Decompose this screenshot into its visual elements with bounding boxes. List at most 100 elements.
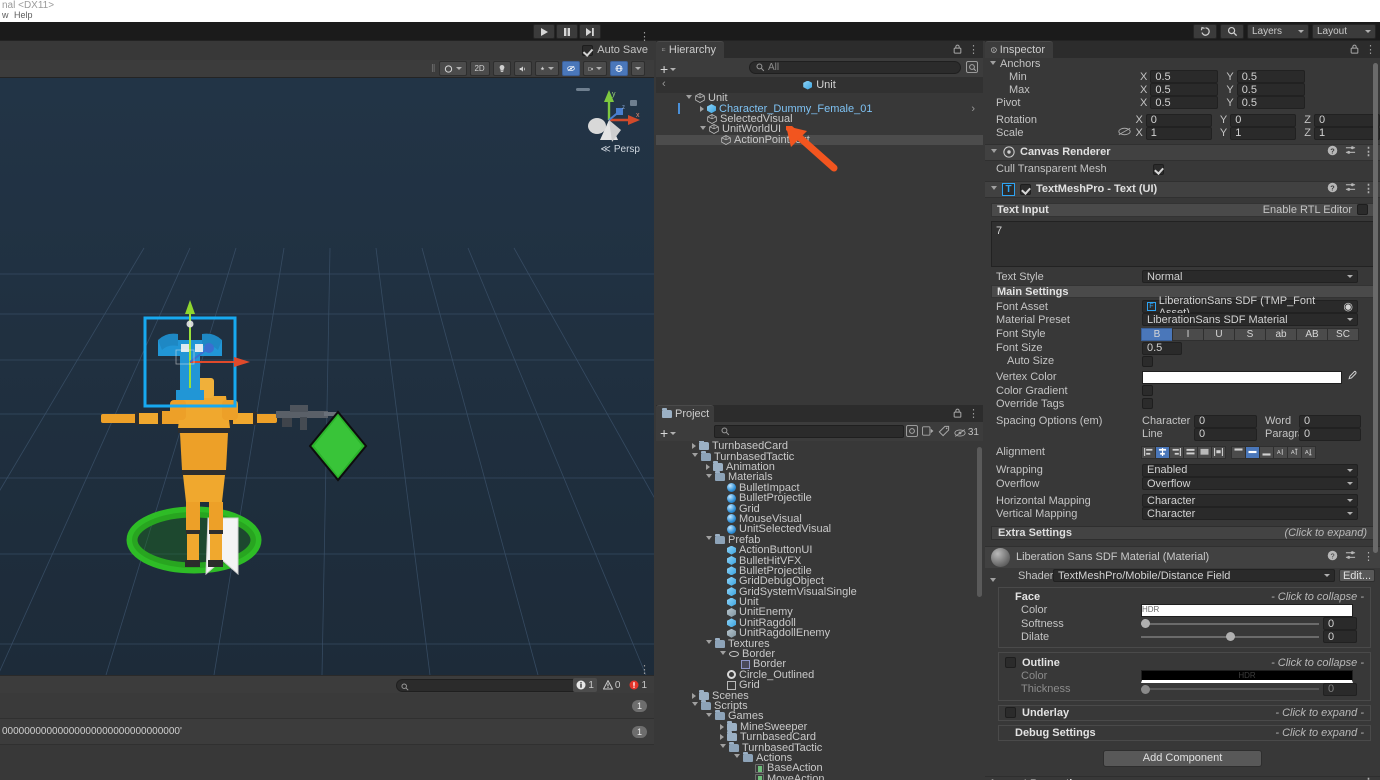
valign-bottom-icon[interactable] — [1259, 446, 1274, 459]
chevron-right-icon[interactable] — [706, 464, 710, 470]
chevron-right-icon[interactable] — [720, 724, 724, 730]
create-asset-button[interactable]: + — [660, 425, 676, 441]
font-style-b-button[interactable]: B — [1141, 328, 1173, 341]
project-item[interactable]: Materials — [656, 472, 983, 482]
align-right-icon[interactable] — [1169, 446, 1184, 459]
rotation-x-field[interactable]: 0 — [1146, 114, 1212, 127]
font-style-ab-button[interactable]: AB — [1296, 328, 1328, 341]
console-error-badge[interactable]: 1 — [626, 678, 650, 692]
vertex-color-swatch[interactable] — [1142, 371, 1342, 384]
anchors-max-y-field[interactable]: 0.5 — [1237, 83, 1305, 96]
anchors-max-x-field[interactable]: 0.5 — [1150, 83, 1218, 96]
face-color-swatch[interactable]: HDR — [1141, 604, 1353, 617]
spacing-paragraph-field[interactable]: 0 — [1299, 428, 1361, 441]
scene-kebab-icon[interactable]: ⋮ — [639, 33, 650, 42]
lock-icon[interactable] — [953, 408, 962, 421]
menu-item-help[interactable]: Help — [14, 10, 33, 20]
wrapping-dropdown[interactable]: Enabled — [1142, 464, 1358, 477]
chevron-down-icon[interactable] — [720, 651, 726, 658]
chevron-down-icon[interactable] — [706, 640, 712, 647]
project-item[interactable]: Animation — [656, 462, 983, 472]
enable-rtl-checkbox[interactable] — [1357, 204, 1368, 215]
project-item[interactable]: MineSweeper — [656, 722, 983, 732]
filter-by-type-icon[interactable] — [922, 425, 934, 440]
project-item[interactable]: Textures — [656, 638, 983, 648]
project-item[interactable]: TurnbasedTactic — [656, 742, 983, 752]
scene-viewport[interactable]: y x z ≪ Persp — [0, 78, 654, 675]
project-item[interactable]: TurnbasedCard — [656, 441, 983, 451]
2d-toggle-button[interactable]: 2D — [470, 61, 490, 76]
project-item[interactable]: Prefab — [656, 535, 983, 545]
font-style-u-button[interactable]: U — [1203, 328, 1235, 341]
outline-enabled-checkbox[interactable] — [1005, 657, 1016, 668]
auto-size-checkbox[interactable] — [1142, 356, 1153, 367]
horizontal-mapping-dropdown[interactable]: Character — [1142, 494, 1358, 507]
gizmos-dropdown[interactable] — [631, 61, 645, 76]
hierarchy-search-input[interactable]: All — [749, 61, 961, 74]
tab-hierarchy[interactable]: Hierarchy — [656, 41, 724, 58]
project-item[interactable]: Grid — [656, 503, 983, 513]
create-gameobject-button[interactable]: + — [660, 61, 676, 77]
vertical-mapping-dropdown[interactable]: Character — [1142, 507, 1358, 520]
search-icon[interactable] — [1220, 24, 1244, 39]
extra-settings-section[interactable]: Extra Settings (Click to expand) — [991, 526, 1374, 540]
cull-transparent-mesh-checkbox[interactable] — [1153, 164, 1164, 175]
font-style-ab-button[interactable]: ab — [1265, 328, 1297, 341]
hierarchy-item-selectedvisual[interactable]: SelectedVisual — [656, 114, 983, 124]
text-input-section-bar[interactable]: Text Input Enable RTL Editor — [991, 203, 1374, 217]
project-item[interactable]: UnitSelectedVisual — [656, 524, 983, 534]
project-item[interactable]: UnitRagdollEnemy — [656, 628, 983, 638]
tab-inspector[interactable]: Inspector — [985, 41, 1053, 58]
undo-history-icon[interactable] — [1193, 24, 1217, 39]
rotation-y-field[interactable]: 0 — [1230, 114, 1296, 127]
project-item[interactable]: BulletHitVFX — [656, 555, 983, 565]
text-input-textarea[interactable]: 7 — [991, 221, 1374, 267]
align-center-icon[interactable] — [1155, 446, 1170, 459]
font-style-sc-button[interactable]: SC — [1327, 328, 1359, 341]
valign-baseline-icon[interactable]: A — [1273, 446, 1288, 459]
project-item[interactable]: Circle_Outlined — [656, 670, 983, 680]
add-component-button[interactable]: Add Component — [1103, 750, 1262, 767]
preset-icon[interactable] — [1345, 182, 1356, 196]
project-item[interactable]: Grid — [656, 680, 983, 690]
font-style-segments[interactable]: BIUSabABSC — [1142, 328, 1359, 341]
hierarchy-kebab-icon[interactable]: ⋮ — [968, 46, 979, 55]
hierarchy-filter-icon[interactable] — [966, 61, 978, 76]
breadcrumb-back-icon[interactable]: ‹ — [662, 78, 666, 90]
outline-header[interactable]: Outline - Click to collapse - — [999, 656, 1370, 669]
textmeshpro-enabled-checkbox[interactable] — [1020, 184, 1031, 195]
project-item[interactable]: MoveAction — [656, 774, 983, 780]
help-icon[interactable]: ? — [1327, 145, 1338, 159]
project-item[interactable]: Unit — [656, 597, 983, 607]
valign-middle-icon[interactable] — [1245, 446, 1260, 459]
shading-mode-dropdown[interactable] — [439, 61, 467, 76]
component-header-canvas-renderer[interactable]: Canvas Renderer ? ⋮ — [985, 144, 1380, 161]
face-softness-field[interactable]: 0 — [1323, 617, 1357, 630]
chevron-down-icon[interactable] — [706, 713, 712, 720]
chevron-down-icon[interactable] — [692, 453, 698, 460]
chevron-right-icon[interactable] — [692, 693, 696, 699]
inspector-scrollbar[interactable] — [1373, 63, 1378, 553]
console-search-input[interactable] — [396, 679, 590, 692]
lock-icon[interactable] — [1350, 44, 1359, 57]
project-scrollbar[interactable] — [977, 447, 982, 597]
project-item[interactable]: GridSystemVisualSingle — [656, 586, 983, 596]
lighting-toggle-button[interactable] — [493, 61, 511, 76]
preset-icon[interactable] — [1345, 145, 1356, 159]
scene-visibility-toggle-button[interactable] — [562, 61, 580, 76]
anchors-min-x-field[interactable]: 0.5 — [1150, 70, 1218, 83]
preset-icon[interactable] — [1345, 550, 1356, 564]
menu-item-window[interactable]: w — [2, 10, 9, 20]
chevron-down-icon[interactable] — [700, 126, 706, 133]
align-geometry-icon[interactable] — [1211, 446, 1226, 459]
project-item[interactable]: TurnbasedTactic — [656, 451, 983, 461]
help-icon[interactable]: ? — [1327, 550, 1338, 564]
underlay-group[interactable]: Underlay - Click to expand - — [998, 705, 1371, 721]
project-item[interactable]: Border — [656, 659, 983, 669]
constrain-proportions-icon[interactable] — [1118, 127, 1135, 139]
material-preset-dropdown[interactable]: LiberationSans SDF Material — [1142, 313, 1358, 326]
hierarchy-item-character_dummy_female_01[interactable]: Character_Dummy_Female_01› — [656, 103, 983, 113]
component-header-textmeshpro[interactable]: T TextMeshPro - Text (UI) ? ⋮ — [985, 181, 1380, 198]
component-header-material[interactable]: Liberation Sans SDF Material (Material) … — [985, 546, 1380, 568]
layers-dropdown[interactable]: Layers — [1247, 24, 1309, 39]
